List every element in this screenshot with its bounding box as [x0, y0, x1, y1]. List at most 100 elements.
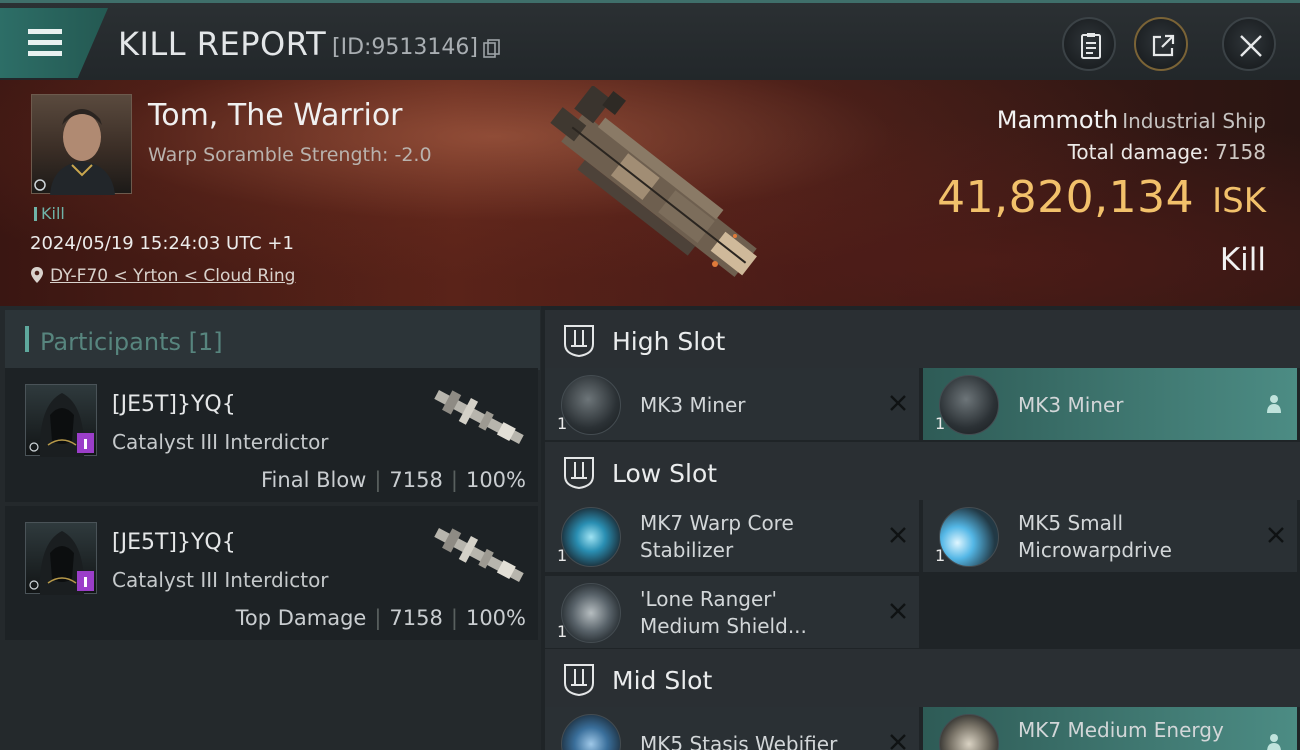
share-icon — [1152, 34, 1175, 57]
module-name-line1: MK7 Warp Core — [640, 511, 794, 535]
attacker-stats: Final Blow | 7158 | 100% — [261, 468, 526, 492]
module-item[interactable]: 1 MK3 Miner — [545, 368, 919, 440]
participant-row[interactable]: [JE5T]}YQ{ Catalyst III Interdictor Top … — [5, 506, 538, 640]
miner-module-icon — [561, 375, 621, 435]
module-name: 'Lone Ranger' Medium Shield... — [640, 586, 807, 640]
high-slot-header: High Slot — [545, 310, 1300, 368]
attacker-damage: 7158 — [389, 606, 443, 630]
victim-ship-type: Mammoth Industrial Ship — [997, 106, 1266, 134]
attacker-ship-image — [434, 528, 524, 582]
victim-banner: Tom, The Warrior Warp Soramble Strength:… — [0, 80, 1300, 306]
attacker-damage: 7158 — [389, 468, 443, 492]
top-bar: KILL REPORT [ID:9513146] — [0, 0, 1300, 80]
menu-button[interactable] — [0, 8, 108, 78]
module-name: MK5 Small Microwarpdrive — [1018, 510, 1172, 564]
mid-slot-header: Mid Slot — [545, 649, 1300, 707]
close-icon — [1240, 35, 1262, 57]
dropped-person-icon — [1267, 734, 1281, 750]
kill-location[interactable]: DY-F70 < Yrton < Cloud Ring — [30, 266, 295, 286]
isk-value: 41,820,134 — [937, 172, 1195, 223]
module-name: MK3 Miner — [640, 393, 746, 417]
attacker-ship-image — [434, 390, 524, 444]
mid-slot-icon — [564, 664, 594, 697]
module-count: 1 — [935, 414, 946, 433]
shield-module-icon — [561, 583, 621, 643]
energy-module-icon — [939, 714, 999, 750]
page-title: KILL REPORT — [118, 25, 327, 63]
report-id: [ID:9513146] — [332, 35, 478, 60]
module-name-line2: Stabilizer — [640, 538, 734, 562]
destroyed-x-icon — [890, 395, 906, 411]
copy-icon[interactable] — [483, 39, 501, 59]
module-name: MK7 Medium Energy — [1018, 718, 1224, 742]
dropped-person-icon — [1267, 395, 1281, 413]
victim-name: Tom, The Warrior — [148, 98, 403, 133]
module-count: 1 — [935, 546, 946, 565]
attacker-percent: 100% — [465, 606, 526, 630]
total-damage-value: 7158 — [1215, 140, 1266, 164]
clipboard-button[interactable] — [1062, 17, 1116, 71]
low-slot-header: Low Slot — [545, 442, 1300, 500]
pilot-avatar-image — [34, 109, 115, 195]
module-item[interactable]: 1 'Lone Ranger' Medium Shield... — [545, 576, 919, 648]
attacker-name: [JE5T]}YQ{ — [112, 392, 236, 417]
pilot-badge-icon — [77, 433, 94, 453]
destroyed-x-icon — [890, 734, 906, 750]
module-name-line1: 'Lone Ranger' — [640, 587, 777, 611]
share-button[interactable] — [1134, 17, 1188, 71]
mid-slot-label: Mid Slot — [612, 666, 713, 695]
module-name: MK3 Miner — [1018, 393, 1124, 417]
victim-ship-image[interactable] — [520, 86, 790, 298]
attacker-avatar[interactable] — [25, 522, 97, 595]
module-item[interactable]: 1 MK3 Miner — [923, 368, 1297, 440]
attacker-name: [JE5T]}YQ{ — [112, 530, 236, 555]
attacker-stats: Top Damage | 7158 | 100% — [235, 606, 526, 630]
kill-tag: Kill — [34, 204, 65, 223]
stasis-webifier-icon — [561, 714, 621, 750]
warp-core-stabilizer-icon — [561, 507, 621, 567]
module-name-line2: Medium Shield... — [640, 614, 807, 638]
isk-loss: 41,820,134 ISK — [937, 172, 1266, 223]
module-name: MK7 Warp Core Stabilizer — [640, 510, 794, 564]
module-item[interactable]: MK5 Stasis Webifier — [545, 707, 919, 750]
module-name-line2: Microwarpdrive — [1018, 538, 1172, 562]
victim-portrait[interactable] — [31, 94, 132, 195]
ship-name: Mammoth — [996, 106, 1119, 134]
kill-datetime: 2024/05/19 15:24:03 UTC +1 — [30, 233, 294, 254]
microwarpdrive-icon — [939, 507, 999, 567]
destroyed-x-icon — [1268, 527, 1284, 543]
module-count: 1 — [557, 414, 568, 433]
participants-panel: Participants [1] [JE5T]}YQ{ Catalyst III… — [0, 306, 541, 750]
location-link[interactable]: DY-F70 < Yrton < Cloud Ring — [50, 266, 295, 286]
module-item[interactable]: 1 MK5 Small Microwarpdrive — [923, 500, 1297, 572]
attacker-percent: 100% — [465, 468, 526, 492]
pilot-badge-icon — [77, 571, 94, 591]
attacker-role: Final Blow — [261, 468, 367, 492]
high-slot-icon — [564, 325, 594, 358]
attacker-ship: Catalyst III Interdictor — [112, 430, 329, 454]
module-item[interactable]: 1 MK7 Warp Core Stabilizer — [545, 500, 919, 572]
module-count: 1 — [557, 546, 568, 565]
module-name-line1: MK5 Small — [1018, 511, 1123, 535]
participant-row[interactable]: [JE5T]}YQ{ Catalyst III Interdictor Fina… — [5, 368, 538, 502]
module-name: MK5 Stasis Webifier — [640, 732, 838, 750]
attacker-avatar[interactable] — [25, 384, 97, 457]
module-count: 1 — [557, 622, 568, 641]
total-damage: Total damage: 7158 — [1068, 140, 1266, 164]
close-button[interactable] — [1222, 17, 1276, 71]
attacker-ship: Catalyst III Interdictor — [112, 568, 329, 592]
isk-unit: ISK — [1212, 181, 1266, 221]
total-damage-label: Total damage: — [1067, 140, 1210, 164]
destroyed-x-icon — [890, 527, 906, 543]
header-accent-bar — [25, 326, 29, 352]
participants-label: Participants [1] — [40, 328, 223, 356]
warp-scramble-strength: Warp Soramble Strength: -2.0 — [148, 144, 432, 166]
report-result: Kill — [1219, 242, 1266, 278]
destroyed-x-icon — [890, 603, 906, 619]
attacker-role: Top Damage — [235, 606, 367, 630]
participants-header: Participants [1] — [5, 310, 540, 370]
clipboard-icon — [1081, 33, 1101, 59]
ship-class: Industrial Ship — [1122, 109, 1266, 133]
module-item[interactable]: MK7 Medium Energy — [923, 707, 1297, 750]
location-pin-icon — [31, 267, 43, 283]
